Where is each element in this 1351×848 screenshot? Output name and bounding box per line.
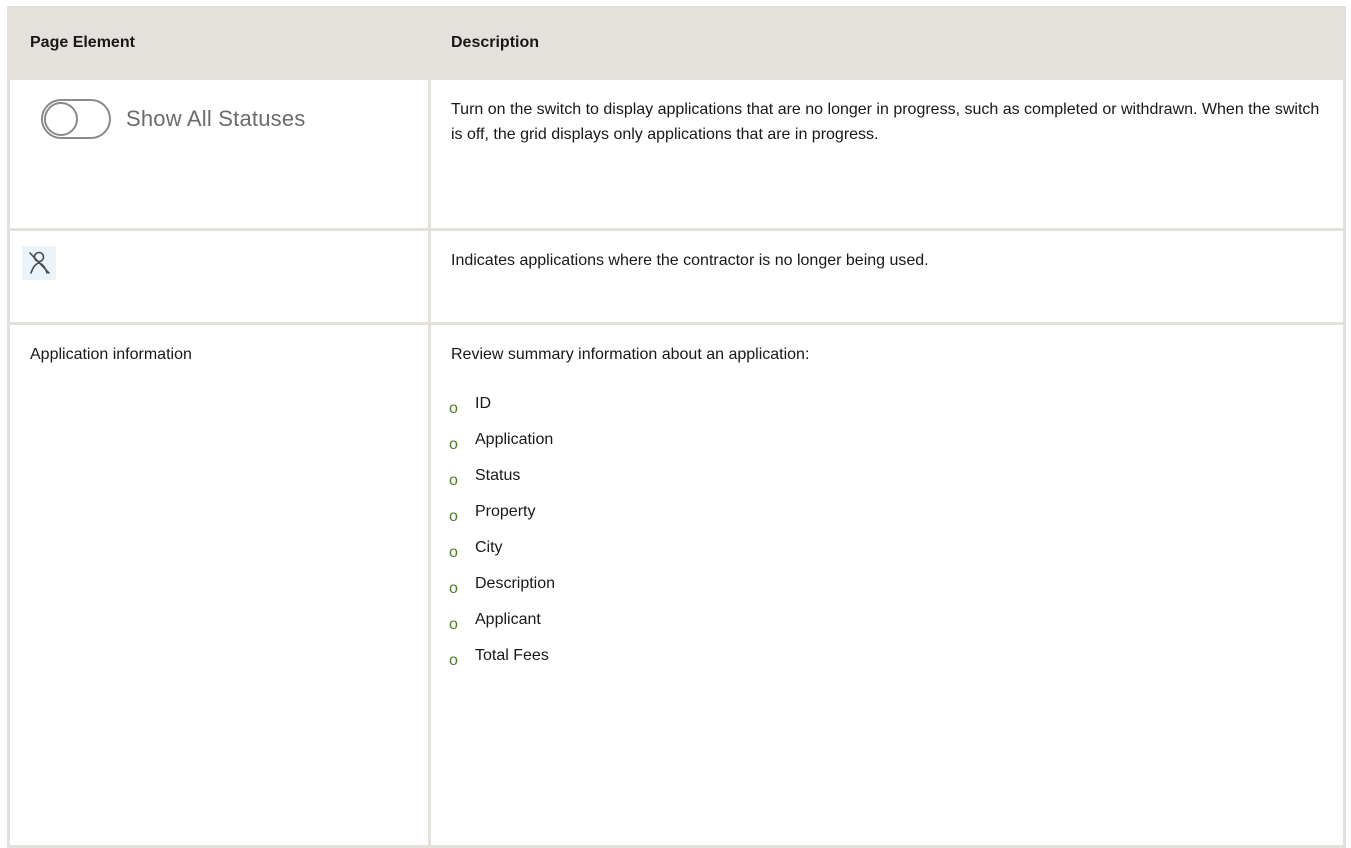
application-information-label: Application information [30, 346, 192, 363]
bullet-marker: o [449, 544, 458, 561]
list-item: o Total Fees [449, 638, 1343, 674]
info-element-cell: Application information [7, 322, 431, 848]
icon-element-cell [7, 228, 431, 325]
table-row: Application information Review summary i… [7, 322, 1346, 848]
bullet-marker: o [449, 400, 458, 417]
list-item-label: Applicant [475, 611, 541, 628]
bullet-marker: o [449, 616, 458, 633]
description-cell: Indicates applications where the contrac… [428, 228, 1346, 325]
header-description: Description [428, 6, 1346, 80]
list-item-label: Total Fees [475, 647, 549, 664]
page-elements-table: Page Element Description Show All Status… [7, 6, 1346, 848]
list-item-label: Description [475, 575, 556, 592]
header-page-element: Page Element [7, 6, 431, 80]
list-item: o Property [449, 494, 1343, 530]
toggle-element-cell: Show All Statuses [7, 77, 431, 231]
list-item: o Application [449, 422, 1343, 458]
bullet-marker: o [449, 436, 458, 453]
list-item: o City [449, 530, 1343, 566]
summary-field-list: o ID o Application o Status o Property o City… [431, 386, 1343, 674]
toggle-label: Show All Statuses [126, 106, 306, 131]
show-all-statuses-switch[interactable]: Show All Statuses [10, 80, 428, 139]
list-item: o Description [449, 566, 1343, 602]
list-item: o Status [449, 458, 1343, 494]
contractor-not-used-icon [22, 246, 56, 280]
bullet-marker: o [449, 472, 458, 489]
toggle-knob [44, 102, 78, 136]
description-cell: Review summary information about an appl… [428, 322, 1346, 848]
list-item-label: Status [475, 467, 521, 484]
list-item: o ID [449, 386, 1343, 422]
row-description: Indicates applications where the contrac… [451, 252, 929, 269]
bullet-marker: o [449, 652, 458, 669]
table-header-row: Page Element Description [7, 6, 1346, 80]
table-row: Indicates applications where the contrac… [7, 228, 1346, 325]
list-item: o Applicant [449, 602, 1343, 638]
list-item-label: Property [475, 503, 536, 520]
row-description: Review summary information about an appl… [451, 346, 810, 363]
bullet-marker: o [449, 580, 458, 597]
list-item-label: Application [475, 431, 554, 448]
description-cell: Turn on the switch to display applicatio… [428, 77, 1346, 231]
row-description: Turn on the switch to display applicatio… [451, 101, 1320, 143]
bullet-marker: o [449, 508, 458, 525]
list-item-label: ID [475, 395, 491, 412]
toggle-track[interactable] [41, 99, 111, 139]
table-row: Show All Statuses Turn on the switch to … [7, 77, 1346, 231]
list-item-label: City [475, 539, 503, 556]
